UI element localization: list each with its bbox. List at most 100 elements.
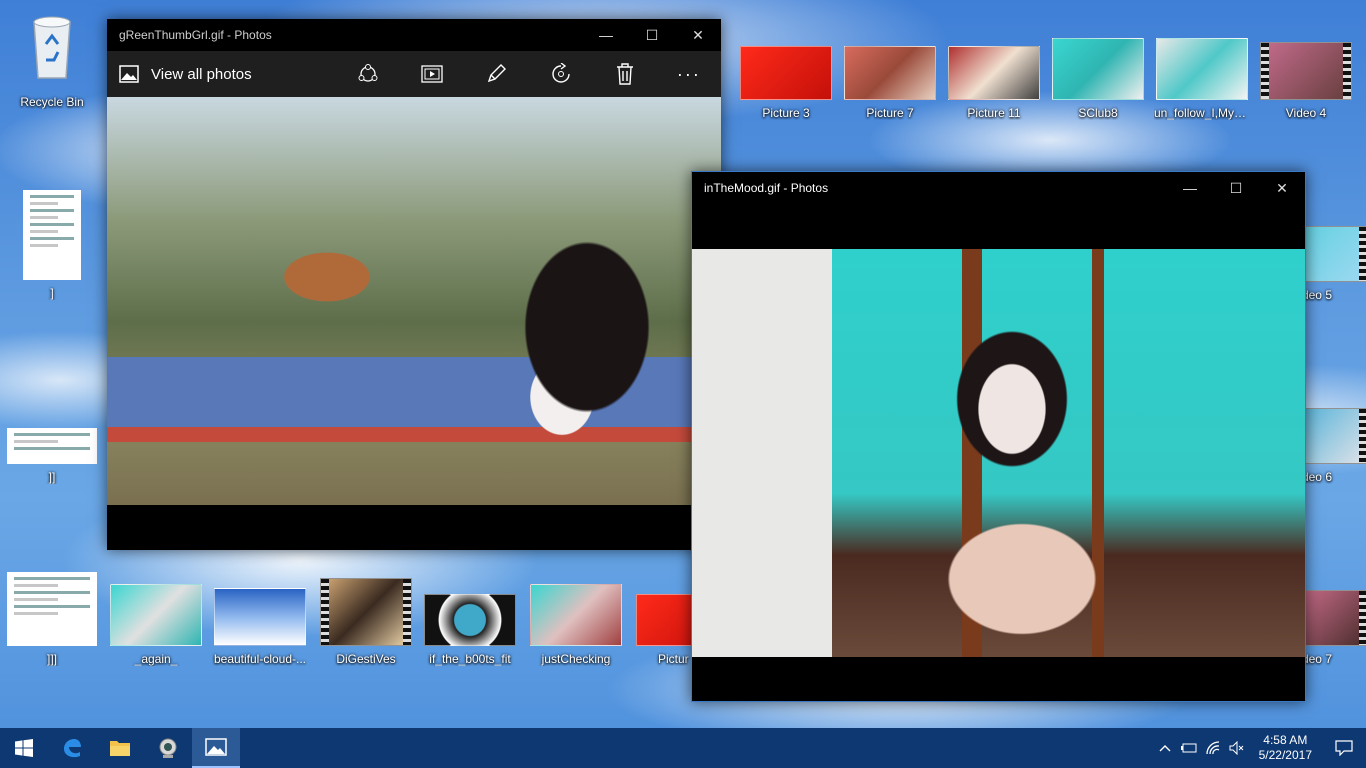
start-button[interactable] bbox=[0, 728, 48, 768]
desktop-file-icon[interactable]: SClub8 bbox=[1050, 38, 1146, 120]
photos-window-2[interactable]: inTheMood.gif - Photos — ☐ ✕ bbox=[691, 171, 1306, 702]
recycle-bin-label: Recycle Bin bbox=[20, 95, 84, 109]
minimize-button[interactable]: — bbox=[1167, 172, 1213, 204]
desktop-file-icon[interactable]: un_follow_I,MySelf_ bbox=[1154, 38, 1250, 120]
photos-taskbar-button[interactable] bbox=[192, 728, 240, 768]
photos-window-1[interactable]: gReenThumbGrl.gif - Photos — ☐ ✕ View al… bbox=[107, 19, 721, 550]
window-title: gReenThumbGrl.gif - Photos bbox=[119, 28, 272, 42]
slideshow-button[interactable] bbox=[400, 65, 464, 83]
desktop-file-icon[interactable]: ]]] bbox=[4, 572, 100, 666]
document-thumbnail bbox=[7, 572, 97, 646]
more-options-button[interactable]: ··· bbox=[657, 64, 721, 85]
close-button[interactable]: ✕ bbox=[1259, 172, 1305, 204]
desktop-file-icon[interactable]: DiGestiVes bbox=[318, 578, 414, 666]
desktop-file-icon[interactable]: Picture 11 bbox=[946, 46, 1042, 120]
document-thumbnail bbox=[7, 428, 97, 464]
desktop-file-label: justChecking bbox=[541, 652, 611, 666]
taskbar: 4:58 AM 5/22/2017 bbox=[0, 728, 1366, 768]
recycle-bin-icon[interactable]: Recycle Bin bbox=[4, 8, 100, 109]
desktop-file-label: beautiful-cloud-... bbox=[213, 652, 307, 666]
image-thumbnail bbox=[1052, 38, 1144, 100]
video-thumbnail bbox=[320, 578, 412, 646]
maximize-button[interactable]: ☐ bbox=[1213, 172, 1259, 204]
desktop-file-label: Picture 7 bbox=[866, 106, 914, 120]
slideshow-icon bbox=[421, 65, 443, 83]
network-button[interactable] bbox=[1201, 741, 1225, 755]
clock-date: 5/22/2017 bbox=[1258, 748, 1312, 762]
image-thumbnail bbox=[1156, 38, 1248, 100]
rotate-button[interactable] bbox=[528, 63, 592, 85]
desktop-file-label: Pictur bbox=[658, 652, 689, 666]
folder-icon bbox=[110, 741, 130, 756]
image-thumbnail bbox=[636, 594, 694, 646]
photos-toolbar: View all photos ··· bbox=[107, 51, 721, 97]
more-icon: ··· bbox=[676, 63, 701, 84]
edit-button[interactable] bbox=[464, 63, 528, 85]
photos-icon bbox=[119, 65, 139, 83]
delete-button[interactable] bbox=[593, 63, 657, 85]
clock[interactable]: 4:58 AM 5/22/2017 bbox=[1249, 733, 1322, 763]
desktop-file-label: ]] bbox=[48, 470, 56, 484]
share-button[interactable] bbox=[336, 63, 400, 85]
edge-taskbar-button[interactable] bbox=[48, 728, 96, 768]
wifi-icon bbox=[1205, 741, 1219, 755]
action-center-button[interactable] bbox=[1322, 740, 1366, 756]
battery-button[interactable] bbox=[1177, 742, 1201, 754]
image-thumbnail bbox=[214, 588, 306, 646]
chevron-up-icon bbox=[1159, 745, 1171, 752]
view-all-photos-label: View all photos bbox=[151, 65, 252, 83]
battery-icon bbox=[1180, 743, 1197, 753]
view-all-photos-button[interactable]: View all photos bbox=[107, 65, 336, 83]
maximize-button[interactable]: ☐ bbox=[629, 19, 675, 51]
title-bar[interactable]: gReenThumbGrl.gif - Photos — ☐ ✕ bbox=[107, 19, 721, 51]
edge-icon bbox=[64, 739, 81, 758]
image-thumbnail bbox=[110, 584, 202, 646]
image-thumbnail bbox=[844, 46, 936, 100]
photo-inTheMood bbox=[692, 249, 1305, 657]
file-explorer-taskbar-button[interactable] bbox=[96, 728, 144, 768]
window-title: inTheMood.gif - Photos bbox=[704, 181, 829, 195]
video-thumbnail bbox=[1260, 42, 1352, 100]
rotate-icon bbox=[551, 63, 570, 83]
desktop-file-label: SClub8 bbox=[1078, 106, 1118, 120]
desktop-file-label: ] bbox=[50, 286, 54, 300]
desktop-file-icon[interactable]: _again_ bbox=[108, 584, 204, 666]
desktop-file-label: ]]] bbox=[46, 652, 57, 666]
image-thumbnail bbox=[424, 594, 516, 646]
photos-app-icon bbox=[205, 738, 227, 756]
desktop-file-label: Picture 11 bbox=[967, 106, 1021, 120]
webcam-icon bbox=[159, 738, 177, 758]
notification-icon bbox=[1335, 740, 1353, 756]
desktop-file-icon[interactable]: ] bbox=[4, 190, 100, 300]
desktop-file-label: Video 4 bbox=[1285, 106, 1327, 120]
show-hidden-icons-button[interactable] bbox=[1153, 744, 1177, 752]
desktop-file-label: Picture 3 bbox=[762, 106, 810, 120]
photo-gReenThumbGrl bbox=[107, 97, 721, 505]
image-thumbnail bbox=[948, 46, 1040, 100]
image-thumbnail bbox=[530, 584, 622, 646]
title-bar[interactable]: inTheMood.gif - Photos — ☐ ✕ bbox=[692, 172, 1305, 204]
desktop-file-icon[interactable]: if_the_b00ts_fit bbox=[422, 594, 518, 666]
desktop-file-label: if_the_b00ts_fit bbox=[429, 652, 511, 666]
camera-taskbar-button[interactable] bbox=[144, 728, 192, 768]
desktop-file-icon[interactable]: beautiful-cloud-... bbox=[212, 588, 308, 666]
volume-muted-icon bbox=[1229, 741, 1243, 755]
desktop-file-icon[interactable]: Video 4 bbox=[1258, 42, 1354, 120]
desktop-file-icon[interactable]: Pictur bbox=[618, 594, 694, 666]
windows-logo-icon bbox=[15, 739, 33, 757]
close-button[interactable]: ✕ bbox=[675, 19, 721, 51]
recycle-bin-graphic bbox=[33, 16, 71, 79]
image-thumbnail bbox=[740, 46, 832, 100]
volume-button[interactable] bbox=[1225, 741, 1249, 755]
desktop-file-icon[interactable]: ]] bbox=[4, 428, 100, 484]
system-tray: 4:58 AM 5/22/2017 bbox=[1153, 728, 1366, 768]
trash-icon bbox=[616, 63, 633, 85]
desktop-file-label: un_follow_I,MySelf_ bbox=[1154, 106, 1250, 120]
clock-time: 4:58 AM bbox=[1263, 733, 1308, 747]
desktop-file-icon[interactable]: Picture 3 bbox=[738, 46, 834, 120]
desktop-file-label: DiGestiVes bbox=[336, 652, 396, 666]
desktop-file-icon[interactable]: Picture 7 bbox=[842, 46, 938, 120]
minimize-button[interactable]: — bbox=[583, 19, 629, 51]
desktop-file-icon[interactable]: justChecking bbox=[528, 584, 624, 666]
pencil-icon bbox=[488, 64, 507, 83]
